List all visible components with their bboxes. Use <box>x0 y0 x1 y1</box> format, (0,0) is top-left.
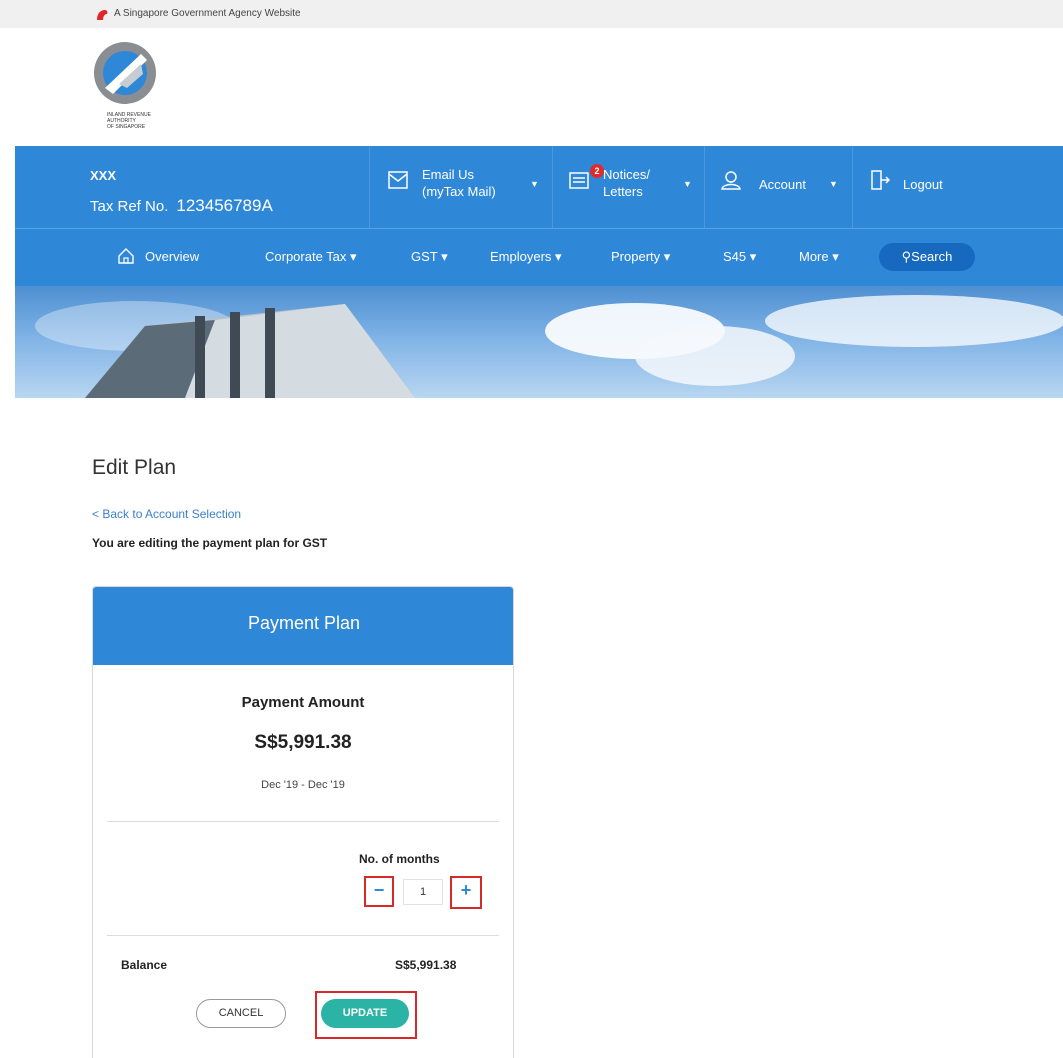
months-label: No. of months <box>359 852 440 866</box>
chevron-down-icon: ▼ <box>683 179 692 189</box>
update-button[interactable]: UPDATE <box>321 999 409 1028</box>
notices-label: Notices/ <box>603 167 650 182</box>
card-header: Payment Plan <box>93 587 513 665</box>
divider <box>107 935 499 936</box>
notification-badge: 2 <box>590 164 604 178</box>
account-menu[interactable]: Account ▼ <box>704 146 852 228</box>
nav-overview[interactable]: Overview <box>145 249 199 264</box>
cancel-button[interactable]: CANCEL <box>196 999 286 1028</box>
search-button[interactable]: ⚲Search <box>879 243 975 271</box>
user-icon <box>721 171 741 190</box>
email-us-sublabel: (myTax Mail) <box>422 184 496 199</box>
email-us-label: Email Us <box>422 167 475 182</box>
gov-banner: A Singapore Government Agency Website <box>0 0 1063 28</box>
divider <box>107 821 499 822</box>
increment-months-button[interactable]: + <box>454 879 478 903</box>
account-header: XXX Tax Ref No. 123456789A Email Us (myTa… <box>15 146 1063 228</box>
building-and-sky-image <box>35 295 1063 398</box>
singapore-lion-icon <box>97 10 108 20</box>
nav-more[interactable]: More ▾ <box>799 249 839 265</box>
letters-label: Letters <box>603 184 643 199</box>
home-icon[interactable] <box>117 247 135 265</box>
payment-amount-value: S$5,991.38 <box>254 732 352 753</box>
tax-ref-label: Tax Ref No. <box>90 198 169 215</box>
balance-label: Balance <box>121 958 168 972</box>
payment-amount-label: Payment Amount <box>241 694 365 711</box>
logout-icon <box>871 170 891 190</box>
tax-ref: Tax Ref No. 123456789A <box>90 196 273 216</box>
main-nav: Overview Corporate Tax ▾ GST ▾ Employers… <box>15 228 1063 286</box>
chevron-down-icon: ▼ <box>530 179 539 189</box>
search-label: Search <box>911 249 953 264</box>
gov-banner-text: A Singapore Government Agency Website <box>114 8 301 19</box>
logout-button[interactable]: Logout <box>852 146 1063 228</box>
decrement-months-button[interactable]: − <box>367 879 391 903</box>
nav-s45[interactable]: S45 ▾ <box>723 249 756 265</box>
email-us-menu[interactable]: Email Us (myTax Mail) ▼ <box>369 146 552 228</box>
iras-logo[interactable] <box>91 40 201 150</box>
nav-property[interactable]: Property ▾ <box>611 249 670 265</box>
card-title: Payment Plan <box>247 613 361 633</box>
payment-period: Dec '19 - Dec '19 <box>261 779 345 791</box>
user-name: XXX <box>90 168 117 183</box>
back-to-account-selection-link[interactable]: < Back to Account Selection <box>92 507 241 521</box>
nav-gst[interactable]: GST ▾ <box>411 249 448 265</box>
tax-ref-number: 123456789A <box>176 196 273 215</box>
logout-label: Logout <box>903 177 943 192</box>
nav-corporate-tax[interactable]: Corporate Tax ▾ <box>265 249 357 265</box>
logo-text: INLAND REVENUE AUTHORITY OF SINGAPORE <box>107 112 151 130</box>
account-label: Account <box>759 177 806 192</box>
hero-banner <box>15 286 1063 398</box>
search-icon: ⚲ <box>901 249 912 264</box>
document-icon <box>569 172 589 189</box>
nav-employers[interactable]: Employers ▾ <box>490 249 562 265</box>
editing-info-text: You are editing the payment plan for GST <box>92 536 328 550</box>
chevron-down-icon: ▼ <box>829 179 838 189</box>
page-title: Edit Plan <box>92 456 177 479</box>
months-input[interactable]: 1 <box>403 879 443 905</box>
mail-icon <box>388 171 408 189</box>
payment-plan-card: Payment Plan Payment Amount S$5,991.38 D… <box>92 586 514 1058</box>
balance-value: S$5,991.38 <box>395 958 457 972</box>
notices-letters-menu[interactable]: Notices/ Letters ▼ <box>552 146 704 228</box>
